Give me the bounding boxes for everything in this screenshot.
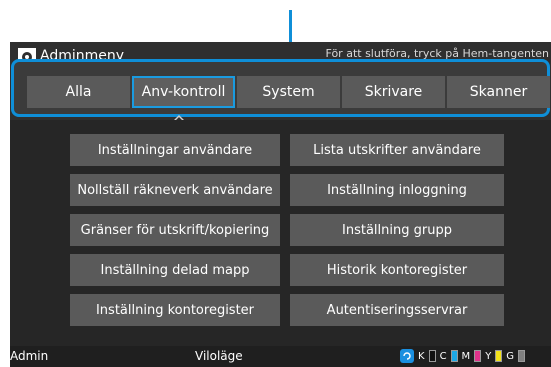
btn-installning-kontoregister[interactable]: Inställning kontoregister (70, 294, 280, 326)
toner-label-m: M (461, 350, 471, 362)
toner-levels: K C M Y G (400, 348, 526, 364)
toner-label-y: Y (485, 350, 492, 362)
admin-screen: Adminmeny För att slutföra, tryck på Hem… (10, 42, 551, 367)
toner-y-indicator (495, 350, 503, 362)
btn-installning-inloggning[interactable]: Inställning inloggning (290, 174, 504, 206)
toner-label-k: K (418, 350, 425, 362)
power-mode: Viloläge (195, 349, 243, 363)
status-bar: Admin Viloläge K C M Y G (10, 346, 551, 367)
btn-granser-utskrift[interactable]: Gränser för utskrift/kopiering (70, 214, 280, 246)
tab-anv-kontroll[interactable]: Anv-kontroll (132, 76, 235, 108)
btn-installningar-anvandare[interactable]: Inställningar användare (70, 134, 280, 166)
btn-autentiseringsservrar[interactable]: Autentiseringsservrar (290, 294, 504, 326)
btn-nollstall-rakneverk[interactable]: Nollställ räkneverk användare (70, 174, 280, 206)
toner-g-indicator (518, 350, 526, 362)
toner-c-indicator (450, 350, 458, 362)
toner-label-g: G (506, 350, 515, 362)
tab-system[interactable]: System (237, 76, 340, 108)
toner-label-c: C (439, 350, 447, 362)
tab-bar: Alla Anv-kontroll System Skrivare Skanne… (11, 59, 550, 117)
btn-lista-utskrifter[interactable]: Lista utskrifter användare (290, 134, 504, 166)
toner-m-indicator (474, 350, 482, 362)
toner-k-indicator (428, 350, 436, 362)
btn-installning-delad-mapp[interactable]: Inställning delad mapp (70, 254, 280, 286)
btn-installning-grupp[interactable]: Inställning grupp (290, 214, 504, 246)
user-name: Admin (10, 349, 49, 363)
menu-area: Inställningar användare Nollställ räknev… (10, 120, 551, 346)
btn-historik-kontoregister[interactable]: Historik kontoregister (290, 254, 504, 286)
tab-skrivare[interactable]: Skrivare (342, 76, 445, 108)
tab-alla[interactable]: Alla (27, 76, 130, 108)
user-icon (0, 348, 10, 363)
refresh-icon[interactable] (400, 349, 414, 363)
tab-skanner[interactable]: Skanner (447, 76, 550, 108)
